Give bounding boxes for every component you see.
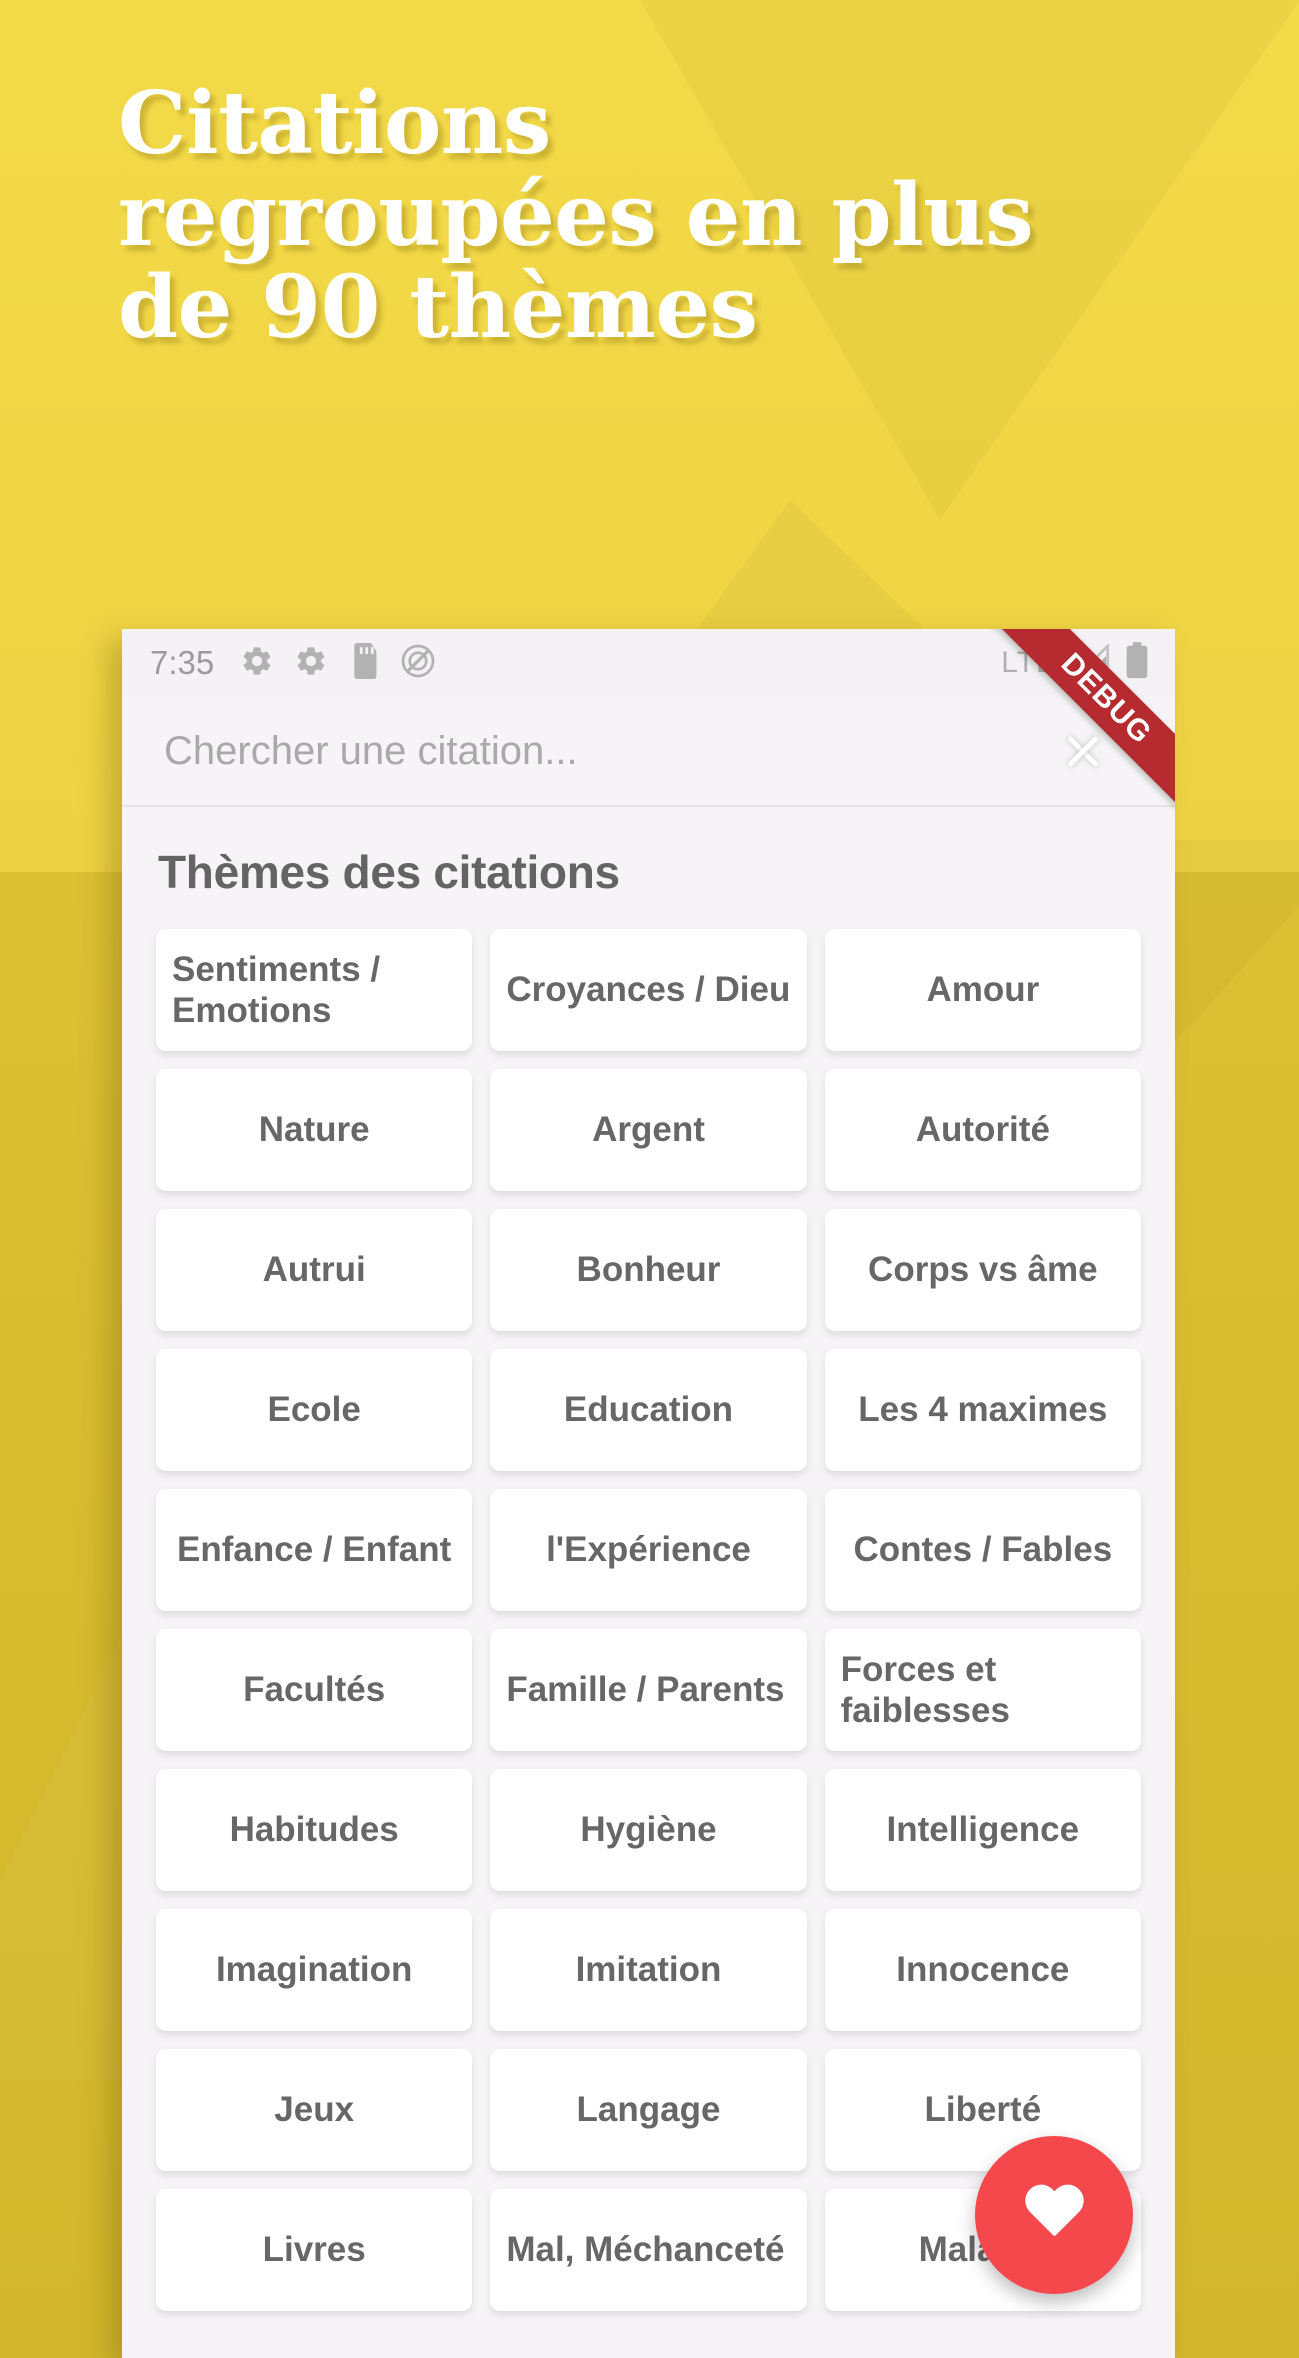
theme-button[interactable]: Habitudes	[156, 1769, 473, 1891]
theme-button[interactable]: Bonheur	[490, 1209, 807, 1331]
theme-button-label: l'Expérience	[546, 1530, 751, 1570]
theme-button[interactable]: Nature	[156, 1069, 473, 1191]
theme-button-label: Nature	[258, 1110, 370, 1150]
themes-grid: Sentiments / Emotions Croyances / Dieu Amo…	[122, 929, 1175, 2311]
theme-button[interactable]: Amour	[824, 929, 1141, 1051]
theme-button-label: Sentiments / Emotions	[172, 949, 381, 1030]
close-icon[interactable]	[1055, 723, 1111, 779]
theme-button-label: Bonheur	[576, 1250, 721, 1290]
theme-button-label: Forces et faiblesses	[840, 1649, 1010, 1730]
theme-button-label: Famille / Parents	[506, 1670, 785, 1710]
theme-button[interactable]: Imitation	[490, 1909, 807, 2031]
theme-button[interactable]: Hygiène	[490, 1769, 807, 1891]
theme-button-label: Contes / Fables	[853, 1530, 1113, 1570]
theme-button-label: Autorité	[915, 1110, 1050, 1150]
theme-button-label: Livres	[262, 2230, 366, 2270]
theme-button-label: Langage	[576, 2090, 721, 2130]
theme-button[interactable]: Famille / Parents	[490, 1629, 807, 1751]
theme-button[interactable]: Les 4 maximes	[824, 1349, 1141, 1471]
theme-button-label: Facultés	[243, 1670, 386, 1710]
theme-button[interactable]: Ecole	[156, 1349, 473, 1471]
theme-button[interactable]: Education	[490, 1349, 807, 1471]
theme-button-label: Ecole	[267, 1390, 361, 1430]
theme-button[interactable]: l'Expérience	[490, 1489, 807, 1611]
theme-button[interactable]: Facultés	[156, 1629, 473, 1751]
theme-button-label: Argent	[592, 1110, 705, 1150]
theme-button-label: Enfance / Enfant	[177, 1530, 452, 1570]
signal-icon	[1071, 642, 1111, 683]
theme-button-label: Corps vs âme	[868, 1250, 1098, 1290]
battery-icon	[1125, 641, 1149, 685]
theme-button[interactable]: Corps vs âme	[824, 1209, 1141, 1331]
theme-button[interactable]: Autrui	[156, 1209, 473, 1331]
theme-button-label: Liberté	[924, 2090, 1042, 2130]
sd-card-icon	[348, 642, 380, 684]
do-not-disturb-icon	[400, 643, 436, 684]
theme-button-label: Hygiène	[580, 1810, 717, 1850]
theme-button-label: Imitation	[575, 1950, 722, 1990]
favorites-fab[interactable]	[975, 2136, 1133, 2294]
status-bar-clock: 7:35	[150, 644, 215, 681]
theme-button[interactable]: Contes / Fables	[824, 1489, 1141, 1611]
theme-button[interactable]: Livres	[156, 2189, 473, 2311]
phone-screenshot: 7:35 LTE Chercher une citation... DEBUG …	[122, 629, 1175, 2358]
theme-button-label: Croyances / Dieu	[506, 970, 791, 1010]
theme-button[interactable]: Langage	[490, 2049, 807, 2171]
status-bar-right-icons: LTE	[1001, 641, 1149, 685]
promo-banner: Citations regroupées en plus de 90 thème…	[0, 0, 1299, 2358]
theme-button-label: Autrui	[262, 1250, 366, 1290]
headline-line-3: de 90 thèmes	[118, 257, 758, 359]
gear-icon	[240, 644, 274, 683]
theme-button-label: Education	[563, 1390, 734, 1430]
themes-screen: Thèmes des citations Sentiments / Emotio…	[122, 807, 1175, 2356]
theme-button[interactable]: Intelligence	[824, 1769, 1141, 1891]
theme-button[interactable]: Croyances / Dieu	[490, 929, 807, 1051]
network-type-label: LTE	[1001, 646, 1057, 679]
theme-button[interactable]: Sentiments / Emotions	[156, 929, 473, 1051]
status-bar: 7:35 LTE	[122, 629, 1175, 697]
theme-button[interactable]: Innocence	[824, 1909, 1141, 2031]
theme-button-label: Innocence	[896, 1950, 1070, 1990]
theme-button-label: Jeux	[274, 2090, 355, 2130]
theme-button[interactable]: Imagination	[156, 1909, 473, 2031]
theme-button[interactable]: Argent	[490, 1069, 807, 1191]
status-bar-left-icons	[240, 642, 436, 684]
theme-button-label: Habitudes	[229, 1810, 399, 1850]
theme-button-label: Imagination	[215, 1950, 413, 1990]
search-bar[interactable]	[122, 697, 1175, 807]
promo-headline: Citations regroupées en plus de 90 thème…	[118, 73, 1168, 359]
theme-button[interactable]: Mal, Méchanceté	[490, 2189, 807, 2311]
theme-button-label: Les 4 maximes	[858, 1390, 1108, 1430]
heart-icon	[1023, 2186, 1085, 2244]
theme-button-label: Intelligence	[886, 1810, 1080, 1850]
theme-button-label: Mal, Méchanceté	[506, 2230, 785, 2270]
headline-line-2: regroupées en plus	[118, 165, 1034, 267]
search-input[interactable]	[164, 728, 1055, 774]
gear-icon	[294, 644, 328, 683]
theme-button-label: Amour	[926, 970, 1040, 1010]
theme-button[interactable]: Jeux	[156, 2049, 473, 2171]
page-title: Thèmes des citations	[158, 846, 620, 898]
theme-button[interactable]: Autorité	[824, 1069, 1141, 1191]
theme-button[interactable]: Forces et faiblesses	[824, 1629, 1141, 1751]
headline-line-1: Citations	[118, 73, 551, 174]
theme-button[interactable]: Enfance / Enfant	[156, 1489, 473, 1611]
